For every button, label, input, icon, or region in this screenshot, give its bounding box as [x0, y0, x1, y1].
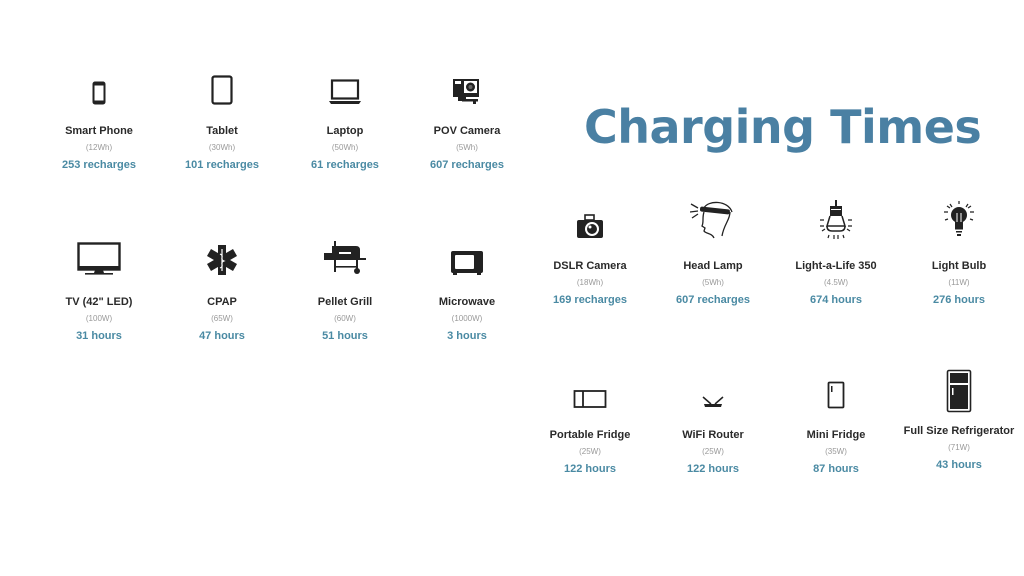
device-result: 3 hours: [447, 330, 487, 342]
device-card: Microwave (1000W) 3 hours: [407, 236, 527, 343]
light-bulb-icon: [944, 201, 974, 236]
laptop-icon: [329, 79, 361, 104]
device-name: WiFi Router: [682, 429, 744, 441]
device-wattage: (65W): [211, 314, 233, 323]
device-card: Light-a-Life 350 (4.5W) 674 hours: [776, 200, 896, 307]
device-result: 31 hours: [76, 330, 122, 342]
microwave-icon: [451, 251, 483, 275]
device-wattage: (60W): [334, 314, 356, 323]
device-card: Laptop (50Wh) 61 recharges: [285, 65, 405, 172]
device-wattage: (71W): [948, 443, 970, 452]
device-wattage: (5Wh): [456, 143, 478, 152]
device-card: Tablet (30Wh) 101 recharges: [162, 65, 282, 172]
device-card: CPAP (65W) 47 hours: [162, 236, 282, 343]
device-result: 276 hours: [933, 294, 985, 306]
device-wattage: (25W): [702, 447, 724, 456]
device-wattage: (11W): [948, 278, 970, 287]
action-camera-icon: [453, 79, 479, 104]
device-wattage: (50Wh): [331, 143, 359, 152]
device-name: Light-a-Life 350: [795, 260, 877, 272]
device-result: 47 hours: [199, 330, 245, 342]
device-card: POV Camera (5Wh) 607 recharges: [407, 65, 527, 172]
device-wattage: (25W): [579, 447, 601, 456]
device-wattage: (18Wh): [576, 278, 604, 287]
device-card: Full Size Refrigerator (71W) 43 hours: [899, 369, 1019, 472]
device-card: DSLR Camera (18Wh) 169 recharges: [530, 200, 650, 307]
device-wattage: (5Wh): [702, 278, 724, 287]
device-result: 51 hours: [322, 330, 368, 342]
device-name: CPAP: [207, 296, 237, 308]
device-card: Head Lamp (5Wh) 607 recharges: [653, 200, 773, 307]
device-name: Light Bulb: [931, 260, 987, 272]
device-result: 607 recharges: [430, 159, 504, 171]
device-result: 607 recharges: [676, 294, 750, 306]
camera-icon: [577, 214, 603, 238]
device-name: POV Camera: [433, 125, 501, 137]
device-name: DSLR Camera: [553, 260, 627, 272]
device-name: Portable Fridge: [549, 429, 631, 441]
device-name: TV (42" LED): [65, 296, 133, 308]
device-result: 122 hours: [687, 463, 739, 475]
device-card: Smart Phone (12Wh) 253 recharges: [39, 65, 159, 172]
device-name: Laptop: [326, 125, 364, 137]
device-wattage: (30Wh): [208, 143, 236, 152]
device-result: 122 hours: [564, 463, 616, 475]
device-card: Light Bulb (11W) 276 hours: [899, 200, 1019, 307]
headlamp-icon: [690, 201, 733, 239]
mini-fridge-icon: [827, 381, 845, 409]
device-card: WiFi Router (25W) 122 hours: [653, 369, 773, 476]
device-result: 674 hours: [810, 294, 862, 306]
device-wattage: (100W): [85, 314, 113, 323]
grill-icon: [324, 241, 366, 274]
device-name: Head Lamp: [683, 260, 743, 272]
tv-icon: [77, 242, 121, 275]
device-wattage: (35W): [825, 447, 847, 456]
device-card: Pellet Grill (60W) 51 hours: [285, 236, 405, 343]
device-result: 253 recharges: [62, 159, 136, 171]
device-wattage: (12Wh): [85, 143, 113, 152]
device-result: 87 hours: [813, 463, 859, 475]
pendant-light-icon: [820, 200, 852, 239]
device-result: 101 recharges: [185, 159, 259, 171]
device-card: Portable Fridge (25W) 122 hours: [530, 369, 650, 476]
device-name: Smart Phone: [65, 125, 133, 137]
device-card: Mini Fridge (35W) 87 hours: [776, 369, 896, 476]
portable-fridge-icon: [573, 390, 607, 408]
router-icon: [702, 396, 724, 407]
medical-star-icon: [207, 245, 237, 275]
device-name: Mini Fridge: [806, 429, 866, 441]
device-name: Pellet Grill: [317, 296, 373, 308]
page-title: Charging Times: [584, 100, 982, 154]
smartphone-icon: [92, 81, 106, 105]
device-result: 43 hours: [936, 459, 982, 471]
device-name: Full Size Refrigerator: [903, 425, 1015, 437]
device-name: Microwave: [438, 296, 496, 308]
tablet-icon: [211, 75, 233, 105]
device-result: 169 recharges: [553, 294, 627, 306]
device-result: 61 recharges: [311, 159, 379, 171]
device-wattage: (4.5W): [824, 278, 848, 287]
device-card: TV (42" LED) (100W) 31 hours: [39, 236, 159, 343]
refrigerator-icon: [946, 369, 972, 413]
device-name: Tablet: [206, 125, 238, 137]
device-wattage: (1000W): [451, 314, 483, 323]
